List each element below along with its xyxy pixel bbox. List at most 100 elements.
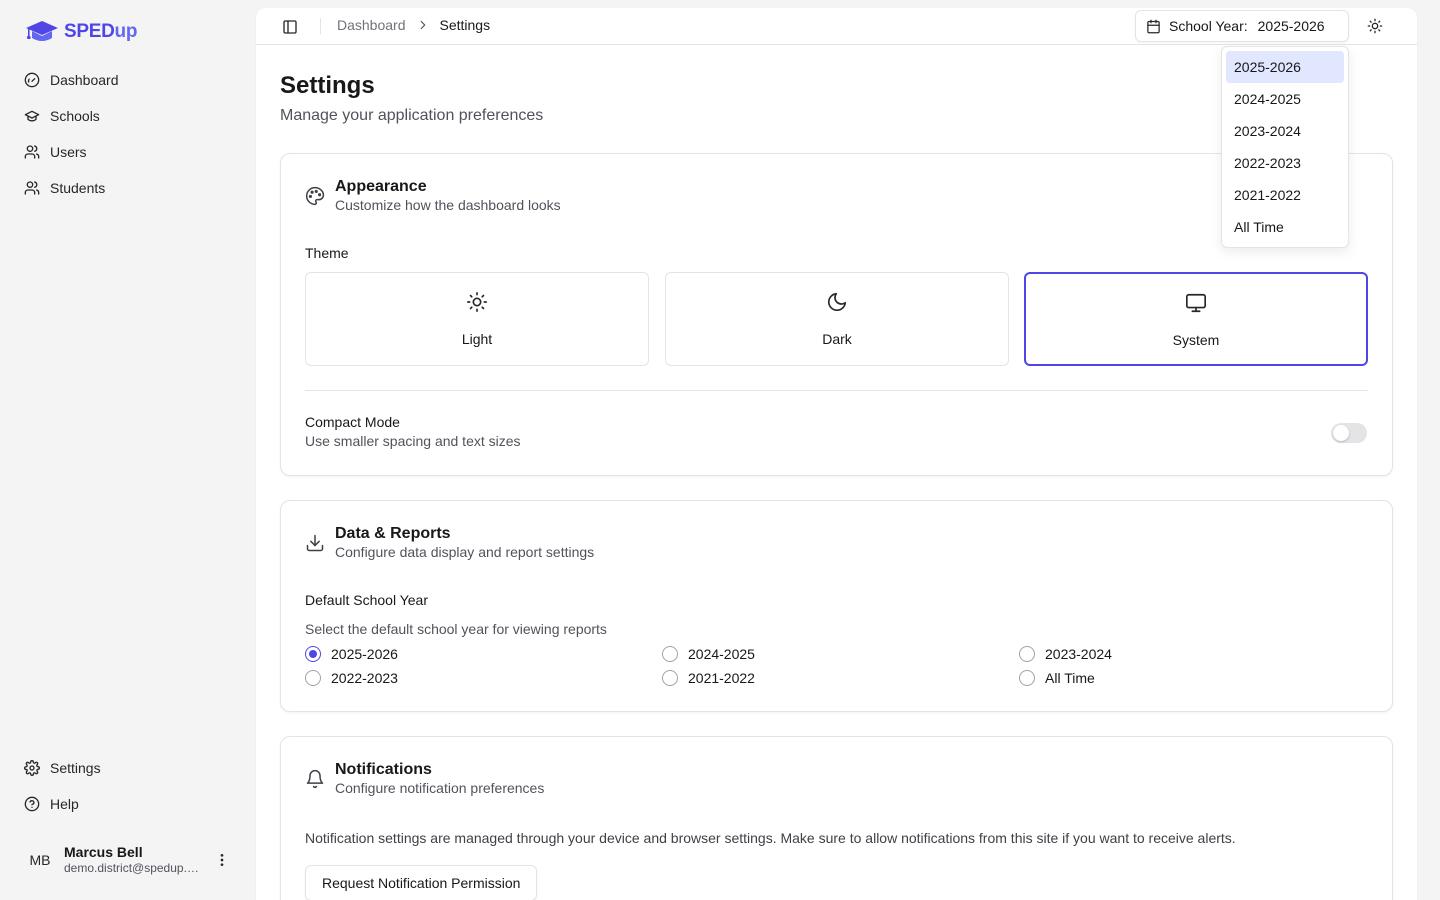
radio-year-all-time[interactable]: All Time: [1019, 670, 1095, 686]
compact-mode-description: Use smaller spacing and text sizes: [305, 433, 521, 449]
theme-toggle-sun-icon[interactable]: [1365, 16, 1385, 36]
gauge-icon: [24, 72, 40, 88]
notifications-description: Configure notification preferences: [335, 780, 545, 796]
notifications-title: Notifications: [335, 761, 432, 778]
download-icon: [306, 534, 324, 552]
topbar-divider: [320, 18, 321, 34]
radio-label: 2023-2024: [1045, 646, 1112, 662]
theme-options: Light Dark System: [305, 272, 1368, 366]
radio-indicator: [1019, 670, 1035, 686]
notifications-info: Notification settings are managed throug…: [305, 830, 1236, 846]
sidebar: SPEDup Dashboard Schools Users Students …: [0, 0, 256, 900]
data-reports-card: Data & Reports Configure data display an…: [280, 500, 1393, 712]
school-year-value: 2025-2026: [1257, 18, 1325, 34]
user-menu[interactable]: MB Marcus Bell demo.district@spedup.com: [16, 836, 240, 884]
radio-label: 2025-2026: [331, 646, 398, 662]
graduation-cap-logo-icon: [26, 21, 58, 41]
dropdown-option-2021-2022[interactable]: 2021-2022: [1226, 179, 1344, 211]
radio-year-2025-2026[interactable]: 2025-2026: [305, 646, 398, 662]
dropdown-option-all-time[interactable]: All Time: [1226, 211, 1344, 243]
school-year-dropdown: 2025-2026 2024-2025 2023-2024 2022-2023 …: [1221, 46, 1349, 248]
help-circle-icon: [24, 796, 40, 812]
radio-indicator: [305, 670, 321, 686]
calendar-icon: [1147, 19, 1160, 33]
notifications-card: Notifications Configure notification pre…: [280, 736, 1393, 900]
chevron-right-icon: [420, 20, 425, 30]
radio-year-2021-2022[interactable]: 2021-2022: [662, 670, 755, 686]
radio-indicator: [662, 670, 678, 686]
brand-logo[interactable]: SPEDup: [24, 18, 137, 46]
moon-icon: [827, 292, 847, 312]
school-year-label: School Year:: [1169, 18, 1248, 34]
sidebar-bottom-nav: Settings Help: [16, 750, 240, 822]
users-icon: [24, 181, 40, 195]
dropdown-option-2022-2023[interactable]: 2022-2023: [1226, 147, 1344, 179]
radio-indicator: [662, 646, 678, 662]
request-notification-permission-button[interactable]: Request Notification Permission: [305, 865, 538, 900]
sidebar-item-label: Students: [50, 180, 106, 196]
appearance-title: Appearance: [335, 178, 427, 195]
user-name: Marcus Bell: [64, 844, 143, 860]
radio-year-2023-2024[interactable]: 2023-2024: [1019, 646, 1112, 662]
theme-option-system[interactable]: System: [1024, 272, 1368, 366]
sidebar-item-label: Help: [50, 796, 79, 812]
notifications-header: Notifications Configure notification pre…: [305, 761, 544, 797]
sidebar-toggle-icon[interactable]: [280, 17, 300, 37]
theme-option-label: Dark: [822, 331, 852, 347]
data-reports-header: Data & Reports Configure data display an…: [305, 525, 594, 561]
appearance-description: Customize how the dashboard looks: [335, 197, 561, 213]
sidebar-item-dashboard[interactable]: Dashboard: [16, 62, 240, 98]
compact-mode-title: Compact Mode: [305, 414, 400, 430]
user-email: demo.district@spedup.com: [64, 861, 204, 875]
data-reports-description: Configure data display and report settin…: [335, 544, 595, 560]
sidebar-item-settings[interactable]: Settings: [16, 750, 240, 786]
palette-icon: [305, 186, 325, 206]
sidebar-item-label: Dashboard: [50, 72, 119, 88]
sidebar-item-label: Users: [50, 144, 87, 160]
school-year-select[interactable]: School Year: 2025-2026: [1135, 10, 1349, 42]
default-year-help: Select the default school year for viewi…: [305, 621, 607, 637]
graduation-cap-icon: [24, 110, 40, 122]
breadcrumb: Dashboard Settings: [337, 17, 490, 33]
theme-option-light[interactable]: Light: [305, 272, 649, 366]
radio-indicator: [305, 646, 321, 662]
sun-icon: [467, 292, 487, 312]
breadcrumb-dashboard[interactable]: Dashboard: [337, 17, 406, 33]
sidebar-item-students[interactable]: Students: [16, 170, 240, 206]
radio-label: 2021-2022: [688, 670, 755, 686]
more-vertical-icon[interactable]: [212, 850, 232, 870]
sidebar-item-label: Settings: [50, 760, 101, 776]
users-icon: [24, 145, 40, 159]
theme-option-dark[interactable]: Dark: [665, 272, 1009, 366]
radio-year-2024-2025[interactable]: 2024-2025: [662, 646, 755, 662]
radio-label: 2024-2025: [688, 646, 755, 662]
radio-indicator: [1019, 646, 1035, 662]
toggle-knob: [1333, 425, 1349, 441]
appearance-divider: [305, 390, 1368, 391]
data-reports-title: Data & Reports: [335, 525, 451, 542]
radio-year-2022-2023[interactable]: 2022-2023: [305, 670, 398, 686]
bell-icon: [306, 769, 324, 789]
radio-label: 2022-2023: [331, 670, 398, 686]
radio-label: All Time: [1045, 670, 1095, 686]
monitor-icon: [1186, 293, 1206, 313]
compact-mode-toggle[interactable]: [1331, 423, 1367, 443]
brand-name: SPEDup: [64, 21, 138, 42]
avatar: MB: [29, 852, 51, 868]
gear-icon: [24, 760, 40, 776]
sidebar-item-label: Schools: [50, 108, 100, 124]
appearance-header: Appearance Customize how the dashboard l…: [305, 178, 561, 214]
default-year-label: Default School Year: [305, 592, 428, 608]
theme-option-label: Light: [461, 331, 493, 347]
topbar: Dashboard Settings School Year: 2025-202…: [256, 8, 1417, 45]
breadcrumb-settings: Settings: [439, 17, 491, 33]
user-info: Marcus Bell demo.district@spedup.com: [64, 844, 212, 876]
dropdown-option-2025-2026[interactable]: 2025-2026: [1226, 51, 1344, 83]
sidebar-item-users[interactable]: Users: [16, 134, 240, 170]
sidebar-item-help[interactable]: Help: [16, 786, 240, 822]
sidebar-item-schools[interactable]: Schools: [16, 98, 240, 134]
theme-option-label: System: [1172, 332, 1220, 348]
dropdown-option-2024-2025[interactable]: 2024-2025: [1226, 83, 1344, 115]
dropdown-option-2023-2024[interactable]: 2023-2024: [1226, 115, 1344, 147]
sidebar-nav: Dashboard Schools Users Students: [16, 62, 240, 206]
